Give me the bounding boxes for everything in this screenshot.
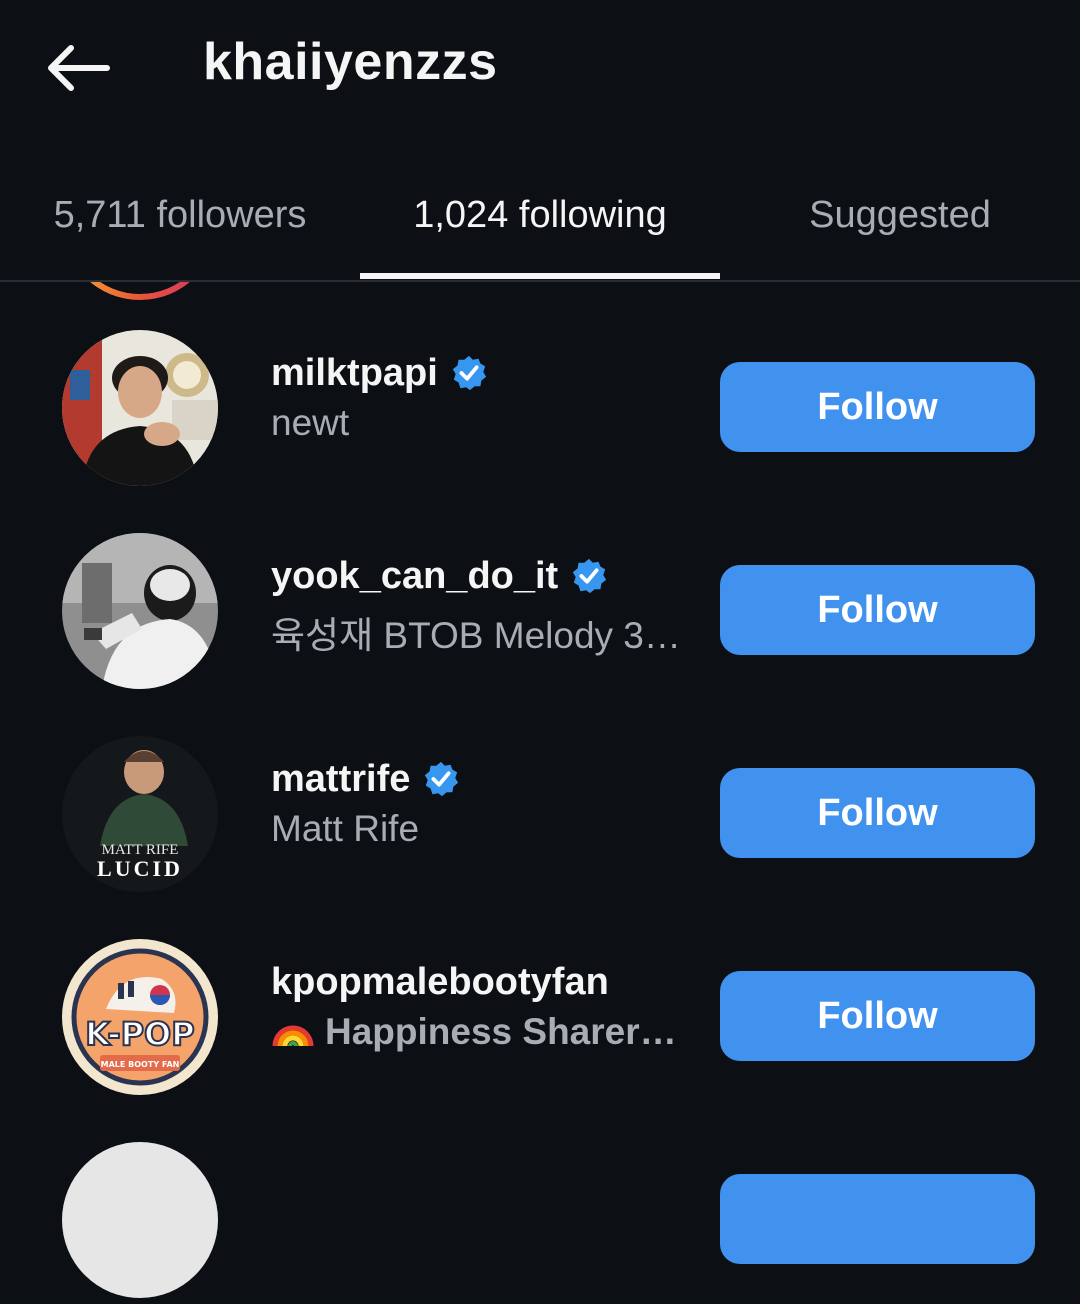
avatar-text-top: K-POP (85, 1015, 194, 1053)
back-button[interactable] (40, 36, 116, 100)
username[interactable]: mattrife (271, 758, 410, 801)
follow-button[interactable]: Follow (720, 971, 1035, 1061)
avatar[interactable] (62, 533, 218, 689)
list-item[interactable]: K-POP MALE BOOTY FAN kpopmalebootyfan Ha… (0, 931, 1080, 1101)
username[interactable]: kpopmalebootyfan (271, 961, 609, 1004)
full-name: newt (271, 402, 350, 443)
avatar-text-bottom: LUCID (97, 856, 183, 881)
follow-button-partial[interactable] (720, 1174, 1035, 1264)
tab-suggested[interactable]: Suggested (720, 150, 1080, 280)
list-item[interactable]: milktpapi newt Follow (0, 322, 1080, 492)
page-title: khaiiyenzzs (203, 33, 498, 91)
verified-badge-icon (452, 355, 486, 391)
list-item[interactable]: yook_can_do_it 육성재 BTOB Melody 3… Follow (0, 525, 1080, 695)
full-name: Matt Rife (271, 808, 420, 849)
username[interactable]: milktpapi (271, 352, 438, 395)
list-item-partial[interactable] (0, 1134, 1080, 1304)
follow-button[interactable]: Follow (720, 768, 1035, 858)
tab-bar: 5,711 followers 1,024 following Suggeste… (0, 150, 1080, 282)
tab-followers[interactable]: 5,711 followers (0, 150, 360, 280)
follow-button[interactable]: Follow (720, 565, 1035, 655)
avatar[interactable] (62, 1142, 218, 1298)
full-name-text: Happiness Sharer… (325, 1011, 677, 1052)
full-name: 육성재 BTOB Melody 3… (271, 615, 681, 656)
rainbow-emoji-icon (272, 1025, 314, 1047)
verified-badge-icon (425, 761, 459, 797)
full-name: Happiness Sharer… (271, 1011, 677, 1053)
avatar-text-bottom: MALE BOOTY FAN (101, 1060, 180, 1069)
avatar[interactable] (62, 330, 218, 486)
list-item[interactable]: MATT RIFE LUCID mattrife Matt Rife Follo… (0, 728, 1080, 898)
verified-badge-icon (573, 558, 607, 594)
active-tab-indicator (360, 273, 720, 279)
username[interactable]: yook_can_do_it (271, 555, 558, 598)
follow-button[interactable]: Follow (720, 362, 1035, 452)
arrow-left-icon (48, 45, 110, 91)
top-bar: khaiiyenzzs (0, 0, 1080, 140)
tab-following[interactable]: 1,024 following (360, 150, 720, 280)
avatar[interactable]: MATT RIFE LUCID (62, 736, 218, 892)
avatar[interactable]: K-POP MALE BOOTY FAN (62, 939, 218, 1095)
